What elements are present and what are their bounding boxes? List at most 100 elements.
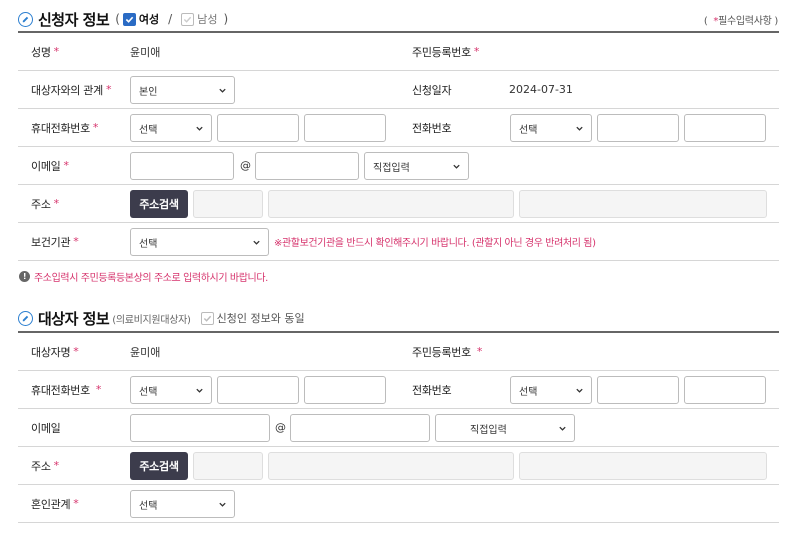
address-main-input[interactable] <box>268 190 514 218</box>
mobile-label: 휴대전화번호 * <box>31 109 98 146</box>
marital-select[interactable]: 선택 <box>130 490 235 518</box>
target-email-id-input[interactable] <box>130 414 270 442</box>
gender-female-option[interactable]: 여성 <box>122 11 160 27</box>
gender-male-option[interactable]: 남성 <box>181 11 217 27</box>
label-text: 주소 <box>31 197 51 211</box>
required-mark: * <box>92 121 99 134</box>
target-mobile-middle-input[interactable] <box>217 376 299 404</box>
select-value: 선택 <box>519 386 538 398</box>
email-id-input[interactable] <box>130 152 234 180</box>
target-mobile-prefix-select[interactable]: 선택 <box>130 376 212 404</box>
label-text: 혼인관계 <box>31 497 71 511</box>
phone-middle-input[interactable] <box>597 114 679 142</box>
applicant-form-table: 성명 * 윤미애 주민등록번호 * 대상자와의 관계 * 본인 신청일자 2024-0… <box>18 31 779 261</box>
chevron-down-icon <box>219 502 226 507</box>
checkbox-checked-icon[interactable] <box>122 12 136 26</box>
target-mobile-last-input[interactable] <box>304 376 386 404</box>
form-row: 휴대전화번호 * 선택 전화번호 선택 <box>18 109 779 147</box>
required-mark: * <box>476 345 483 358</box>
required-mark: * <box>105 83 112 96</box>
phone-label: 전화번호 <box>412 121 452 135</box>
target-email-domain-select[interactable]: 직접입력 <box>435 414 575 442</box>
address-search-button[interactable]: 주소검색 <box>130 190 188 218</box>
health-center-select[interactable]: 선택 <box>130 228 269 256</box>
target-section-header: 대상자 정보 (의료비지원대상자) 신청인 정보와 동일 <box>18 307 305 329</box>
section-subtitle: (의료비지원대상자) <box>112 314 191 326</box>
target-address-main-input[interactable] <box>268 452 514 480</box>
target-address-detail-input[interactable] <box>519 452 767 480</box>
zipcode-input[interactable] <box>193 190 263 218</box>
form-row: 보건기관 * 선택 ※관할보건기관을 반드시 확인해주시기 바랍니다. (관할지 … <box>18 223 779 261</box>
label-text: 휴대전화번호 <box>31 383 90 397</box>
form-row: 성명 * 윤미애 주민등록번호 * <box>18 33 779 71</box>
target-address-search-button[interactable]: 주소검색 <box>130 452 188 480</box>
required-mark: * <box>73 497 79 510</box>
relation-label: 대상자와의 관계 * <box>31 71 111 108</box>
mobile-middle-input[interactable] <box>217 114 299 142</box>
label-text: 성명 <box>31 45 51 59</box>
phone-prefix-select[interactable]: 선택 <box>510 114 592 142</box>
required-legend: ( *필수입력사항 ) <box>704 12 778 27</box>
target-email-label: 이메일 <box>31 421 61 435</box>
name-label: 성명 * <box>31 33 59 70</box>
address-notice: ! 주소입력시 주민등록등본상의 주소로 입력하시기 바랍니다. <box>19 269 268 284</box>
target-zipcode-input[interactable] <box>193 452 263 480</box>
target-email-domain-input[interactable] <box>290 414 430 442</box>
checkbox-unchecked-icon[interactable] <box>181 12 195 26</box>
required-mark: * <box>73 345 79 358</box>
chevron-down-icon <box>559 426 566 431</box>
form-row: 이메일 @ 직접입력 <box>18 409 779 447</box>
target-name-label: 대상자명 * <box>31 333 79 370</box>
required-mark: * <box>53 459 60 472</box>
same-as-applicant-option[interactable]: 신청인 정보와 동일 <box>200 310 305 326</box>
required-mark: * <box>63 159 69 172</box>
divider-slash: / <box>168 12 173 26</box>
gender-male-label: 남성 <box>197 13 218 26</box>
gender-female-label: 여성 <box>138 13 160 26</box>
section-title: 대상자 정보 <box>38 309 110 328</box>
label-text: 주민등록번호 <box>412 345 471 359</box>
email-domain-select[interactable]: 직접입력 <box>364 152 469 180</box>
email-label: 이메일 * <box>31 147 69 184</box>
select-value: 선택 <box>139 500 158 512</box>
label-text: 대상자명 <box>31 345 71 359</box>
chevron-down-icon <box>196 126 203 131</box>
edit-icon <box>18 310 33 326</box>
target-phone-prefix-select[interactable]: 선택 <box>510 376 592 404</box>
select-value: 직접입력 <box>470 424 507 436</box>
rrn-label: 주민등록번호 * <box>412 33 479 70</box>
target-name-value: 윤미애 <box>130 345 161 359</box>
chevron-down-icon <box>576 126 583 131</box>
email-at-sign: @ <box>240 159 251 172</box>
select-value: 본인 <box>139 86 158 98</box>
health-center-warning: ※관할보건기관을 반드시 확인해주시기 바랍니다. (관할지 아닌 경우 반려처… <box>274 238 596 249</box>
label-text: 이메일 <box>31 159 61 173</box>
select-value: 선택 <box>139 124 158 136</box>
address-detail-input[interactable] <box>519 190 767 218</box>
edit-icon <box>18 11 33 27</box>
select-value: 선택 <box>139 238 158 250</box>
form-row: 이메일 * @ 직접입력 <box>18 147 779 185</box>
mobile-last-input[interactable] <box>304 114 386 142</box>
target-phone-middle-input[interactable] <box>597 376 679 404</box>
phone-last-input[interactable] <box>684 114 766 142</box>
mobile-prefix-select[interactable]: 선택 <box>130 114 212 142</box>
target-phone-last-input[interactable] <box>684 376 766 404</box>
relation-select[interactable]: 본인 <box>130 76 235 104</box>
target-mobile-label: 휴대전화번호 * <box>31 371 101 408</box>
email-domain-input[interactable] <box>255 152 359 180</box>
required-mark: * <box>53 45 60 58</box>
email-at-sign: @ <box>275 421 286 434</box>
label-text: 주민등록번호 <box>412 45 471 59</box>
paren-close: ) <box>774 16 778 27</box>
checkbox-unchecked-icon[interactable] <box>200 311 214 325</box>
select-value: 선택 <box>139 386 158 398</box>
chevron-down-icon <box>196 388 203 393</box>
label-text: 대상자와의 관계 <box>31 83 103 97</box>
chevron-down-icon <box>576 388 583 393</box>
chevron-down-icon <box>453 164 460 169</box>
same-as-applicant-label: 신청인 정보와 동일 <box>216 312 305 325</box>
date-label: 신청일자 <box>412 83 452 97</box>
chevron-down-icon <box>219 88 226 93</box>
required-mark: * <box>473 45 480 58</box>
